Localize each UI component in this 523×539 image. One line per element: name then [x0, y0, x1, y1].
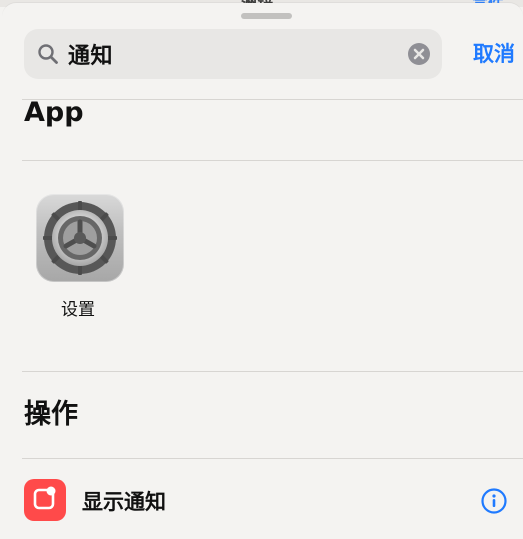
sheet-grabber[interactable]: [241, 13, 292, 19]
section-divider-actions-top: [22, 371, 523, 372]
info-icon[interactable]: [480, 487, 508, 515]
section-title-apps: App: [24, 97, 84, 128]
action-row-show-notification[interactable]: 显示通知: [22, 475, 523, 531]
app-window: 洲锌 宣件 通知 取: [0, 0, 523, 539]
search-field[interactable]: 通知: [24, 29, 442, 79]
settings-icon: [43, 201, 117, 275]
search-icon: [36, 42, 60, 66]
action-label[interactable]: 显示通知: [82, 486, 166, 516]
settings-app-icon[interactable]: [36, 194, 124, 282]
search-row: 通知 取消: [24, 29, 515, 79]
section-divider-actions: [22, 458, 523, 459]
search-sheet: 通知 取消 App 设置 操作 显示通知: [2, 3, 523, 539]
cancel-button[interactable]: 取消: [473, 38, 515, 68]
search-divider: [22, 99, 523, 100]
section-divider-apps: [22, 160, 523, 161]
section-title-actions: 操作: [24, 399, 78, 430]
settings-app-label[interactable]: 设置: [61, 295, 95, 320]
search-input[interactable]: 通知: [68, 38, 113, 70]
clear-icon[interactable]: [407, 42, 431, 66]
notification-icon: [24, 479, 66, 521]
